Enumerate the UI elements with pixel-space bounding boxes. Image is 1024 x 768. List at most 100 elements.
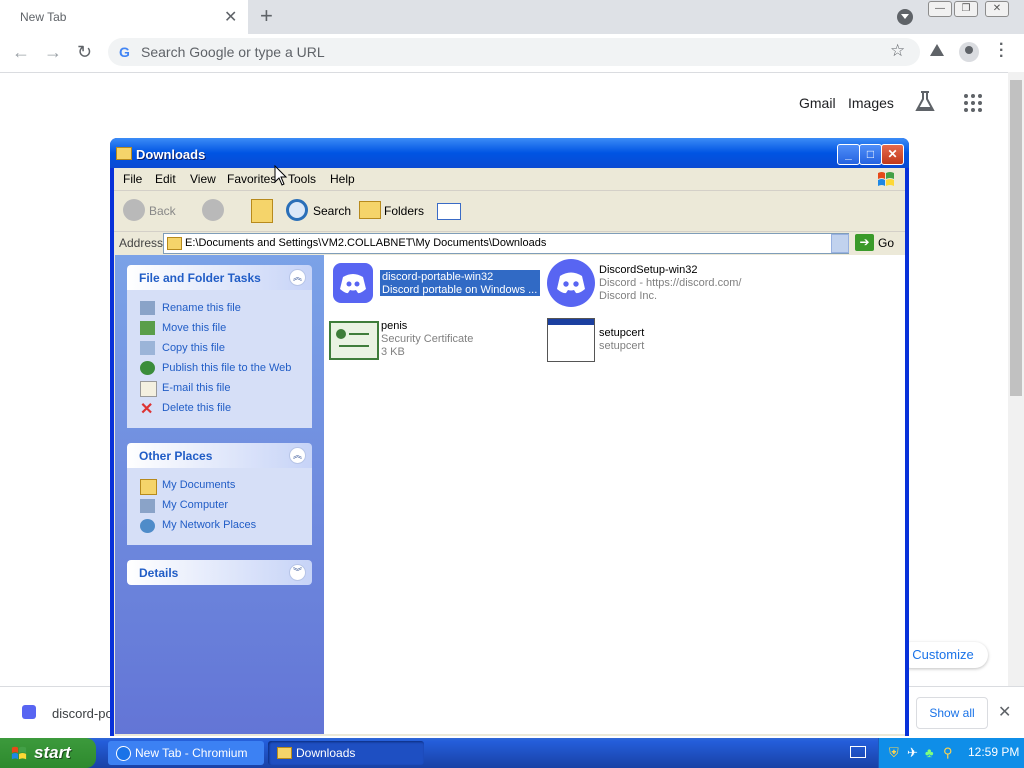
download-item-name[interactable]: discord-por: [52, 706, 117, 721]
maximize-icon[interactable]: □: [859, 144, 882, 165]
menu-edit[interactable]: Edit: [155, 172, 176, 186]
go-arrow-icon[interactable]: ➔: [855, 234, 874, 251]
tab-new-tab[interactable]: New Tab ✕: [0, 0, 248, 34]
explorer-title-bar[interactable]: Downloads _ □ ✕: [110, 138, 909, 168]
file-name[interactable]: discord-portable-win32: [382, 271, 493, 283]
my-documents-icon: [140, 479, 157, 495]
search-icon: [286, 199, 308, 221]
back-button[interactable]: Back: [149, 204, 176, 218]
back-arrow-icon[interactable]: ←: [12, 42, 30, 63]
scrollbar-thumb[interactable]: [1010, 80, 1022, 396]
up-folder-icon[interactable]: [251, 199, 273, 223]
menu-bar: File Edit View Favorites Tools Help: [114, 168, 905, 191]
delete-icon: ✕: [140, 401, 154, 418]
google-apps-icon[interactable]: [964, 94, 982, 112]
file-name[interactable]: penis: [381, 320, 407, 332]
menu-file[interactable]: File: [123, 172, 142, 186]
expand-chevron-icon[interactable]: ︾: [289, 564, 306, 581]
profile-avatar-icon[interactable]: [959, 42, 979, 62]
rename-icon: [140, 301, 155, 315]
file-name[interactable]: DiscordSetup-win32: [599, 264, 697, 276]
details-header[interactable]: Details ︾: [127, 560, 312, 585]
tray-app-icon[interactable]: ♣: [925, 745, 934, 760]
address-label: Address: [119, 236, 164, 250]
email-icon: [140, 381, 157, 397]
forward-arrow-icon[interactable]: →: [44, 42, 62, 63]
other-places-title: Other Places: [139, 449, 213, 463]
customize-button[interactable]: Customize: [898, 642, 988, 668]
start-button[interactable]: start: [0, 738, 96, 768]
file-tasks-header[interactable]: File and Folder Tasks ︽: [127, 265, 312, 290]
windows-logo-icon: [878, 172, 894, 186]
omnibox[interactable]: G Search Google or type a URL ☆: [108, 38, 920, 66]
close-icon[interactable]: ✕: [881, 144, 904, 165]
labs-flask-icon[interactable]: [914, 90, 936, 114]
bookmark-star-icon[interactable]: ☆: [890, 41, 905, 61]
tab-search-icon[interactable]: [897, 9, 913, 25]
network-places-icon: [140, 519, 155, 533]
start-label: start: [34, 743, 71, 762]
address-path: E:\Documents and Settings\VM2.COLLABNET\…: [185, 237, 547, 249]
views-icon[interactable]: [437, 203, 461, 220]
my-computer-icon: [140, 499, 155, 513]
other-places-header[interactable]: Other Places ︽: [127, 443, 312, 468]
task-email[interactable]: E-mail this file: [162, 382, 230, 394]
mouse-cursor-icon: [274, 165, 288, 186]
collapse-chevron-icon[interactable]: ︽: [289, 269, 306, 286]
task-publish[interactable]: Publish this file to the Web: [162, 362, 291, 374]
forward-icon[interactable]: [202, 199, 224, 221]
application-window-icon[interactable]: [547, 318, 595, 362]
task-rename[interactable]: Rename this file: [162, 302, 241, 314]
reload-icon[interactable]: ↻: [77, 42, 92, 63]
omnibox-placeholder: Search Google or type a URL: [141, 44, 325, 60]
chrome-menu-icon[interactable]: · · ·: [999, 37, 1004, 65]
keyboard-icon[interactable]: [850, 746, 866, 758]
menu-help[interactable]: Help: [330, 172, 355, 186]
search-tray-icon[interactable]: ⚲: [943, 745, 953, 761]
menu-favorites[interactable]: Favorites: [227, 172, 276, 186]
close-window-icon[interactable]: ✕: [985, 1, 1009, 17]
tab-close-icon[interactable]: ✕: [224, 7, 237, 27]
file-name[interactable]: setupcert: [599, 327, 644, 339]
standard-toolbar: [114, 191, 905, 232]
tab-title: New Tab: [20, 10, 67, 24]
place-my-computer[interactable]: My Computer: [162, 499, 228, 511]
new-tab-plus-icon[interactable]: +: [260, 3, 273, 29]
restore-icon[interactable]: ❐: [954, 1, 978, 17]
place-my-documents[interactable]: My Documents: [162, 479, 235, 491]
taskbar-button-chromium[interactable]: New Tab - Chromium: [108, 741, 264, 765]
gmail-link[interactable]: Gmail: [799, 95, 836, 111]
back-icon[interactable]: [123, 199, 145, 221]
folders-icon: [359, 201, 381, 219]
discord-setup-icon[interactable]: [547, 259, 595, 307]
search-button[interactable]: Search: [313, 204, 351, 218]
collapse-chevron-icon[interactable]: ︽: [289, 447, 306, 464]
place-network[interactable]: My Network Places: [162, 519, 256, 531]
shield-icon[interactable]: ⛨: [889, 745, 899, 761]
certificate-icon[interactable]: [329, 321, 379, 360]
window-title: Downloads: [136, 147, 206, 162]
taskbar-button-downloads[interactable]: Downloads: [268, 741, 424, 765]
network-icon[interactable]: ✈: [907, 745, 918, 761]
minimize-icon[interactable]: _: [837, 144, 860, 165]
menu-view[interactable]: View: [190, 172, 216, 186]
file-tasks-title: File and Folder Tasks: [139, 271, 261, 285]
discord-portable-icon[interactable]: [333, 263, 373, 303]
task-move[interactable]: Move this file: [162, 322, 226, 334]
copy-icon: [140, 341, 155, 355]
go-button[interactable]: Go: [878, 236, 894, 250]
close-download-bar-icon[interactable]: ✕: [998, 702, 1011, 722]
chromium-icon: [116, 746, 131, 761]
task-delete[interactable]: Delete this file: [162, 402, 231, 414]
show-all-button[interactable]: Show all: [916, 697, 988, 729]
folders-button[interactable]: Folders: [384, 204, 424, 218]
address-field[interactable]: E:\Documents and Settings\VM2.COLLABNET\…: [163, 233, 849, 254]
minimize-icon[interactable]: —: [928, 1, 952, 17]
address-dropdown-icon[interactable]: [831, 234, 849, 253]
folder-icon: [116, 147, 132, 160]
images-link[interactable]: Images: [848, 95, 894, 111]
task-copy[interactable]: Copy this file: [162, 342, 225, 354]
labs-flask-icon[interactable]: [930, 44, 944, 56]
publish-web-icon: [140, 361, 155, 375]
menu-tools[interactable]: Tools: [288, 172, 316, 186]
